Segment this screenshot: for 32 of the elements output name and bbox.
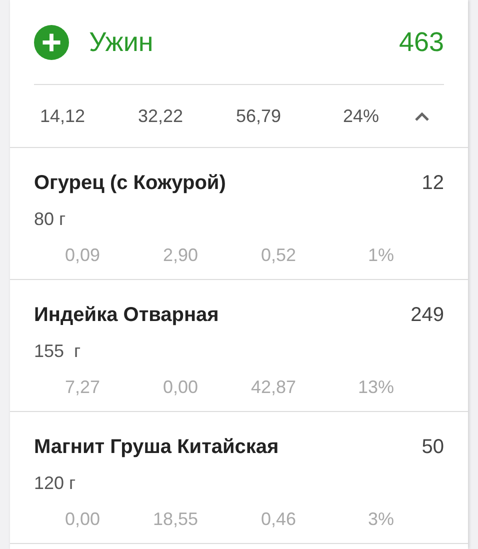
food-calories: 50	[422, 435, 444, 460]
food-row[interactable]: Магнит Груша Китайская 50 120 г 0,00 18,55 0,46 3%	[10, 412, 468, 544]
food-name: Огурец (с Кожурой)	[34, 171, 226, 196]
food-calories: 249	[410, 303, 444, 328]
meal-calories: 463	[398, 26, 444, 59]
summary-value: 32,22	[136, 104, 183, 128]
nutrient-value: 18,55	[152, 508, 198, 531]
food-row[interactable]: Огурец (с Кожурой) 12 80 г 0,09 2,90 0,52 1%	[10, 148, 468, 280]
food-name: Индейка Отварная	[34, 303, 219, 328]
food-weight: 120 г	[34, 473, 76, 493]
chevron-icon	[414, 111, 430, 121]
food-weight: 80 г	[34, 209, 66, 229]
nutrient-value: 0,52	[260, 244, 296, 267]
summary-value: 14,12	[38, 104, 85, 128]
nutrient-value: 3%	[366, 508, 394, 531]
meal-title: Ужин	[89, 26, 154, 59]
nutrient-value: 7,27	[64, 376, 100, 399]
nutrient-value: 0,09	[64, 244, 100, 267]
nutrient-value: 0,00	[162, 376, 198, 399]
summary-value: 24%	[342, 104, 379, 128]
nutrient-value: 2,90	[162, 244, 198, 267]
food-weight: 155 г	[34, 341, 81, 361]
nutrient-value: 0,00	[64, 508, 100, 531]
nutrient-value: 13%	[356, 376, 394, 399]
add-icon[interactable]	[34, 24, 69, 60]
food-calories: 12	[422, 171, 444, 196]
food-name: Магнит Груша Китайская	[34, 435, 279, 460]
nutrient-value: 1%	[366, 244, 394, 267]
nutrient-value: 0,46	[260, 508, 296, 531]
food-row[interactable]: Индейка Отварная 249 155 г 7,27 0,00 42,87 13%	[10, 280, 468, 412]
nutrient-value: 42,87	[250, 376, 296, 399]
summary-value: 56,79	[234, 104, 281, 128]
